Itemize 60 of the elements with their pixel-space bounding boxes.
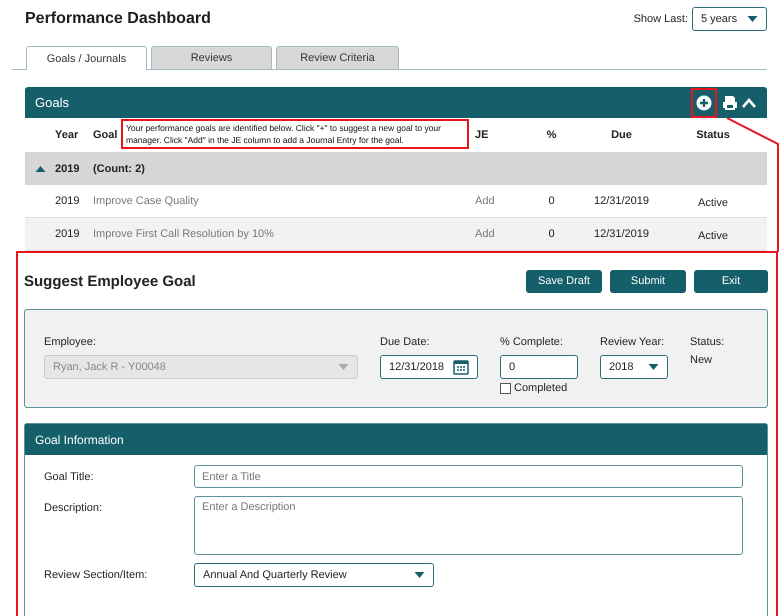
description-field[interactable]: Enter a Description	[194, 496, 743, 555]
caret-icon	[747, 16, 758, 22]
action-button[interactable]: Exit	[694, 270, 768, 292]
field-label: Description:	[44, 501, 104, 514]
show-last-select[interactable]: 5 years	[692, 7, 767, 31]
table-cell-text: 2019	[55, 195, 80, 207]
field-label: Employee:	[44, 336, 97, 348]
checkbox[interactable]	[500, 382, 511, 394]
caret-icon	[648, 364, 659, 370]
goal-link[interactable]: Improve Case Quality	[93, 195, 475, 207]
calendar-icon[interactable]	[453, 359, 469, 375]
section-select[interactable]: Annual And Quarterly Review	[194, 563, 434, 587]
table-cell-text: 2019	[55, 228, 80, 240]
column-header: JE	[475, 129, 488, 141]
tab[interactable]: Goals / Journals	[26, 46, 147, 70]
page-title: Performance Dashboard	[25, 10, 211, 28]
table-cell-text: 0	[547, 195, 556, 207]
column-header: %	[546, 129, 556, 141]
field-label: Status:	[690, 336, 724, 348]
table-cell-text: 0	[547, 228, 556, 240]
table-cell-text: 12/31/2019	[592, 228, 650, 240]
table-cell-text: Active	[697, 230, 729, 242]
review-year-select[interactable]: 2018	[600, 355, 668, 379]
panel-title: Goals	[35, 95, 69, 110]
add-icon	[696, 94, 712, 110]
section-title: Suggest Employee Goal	[24, 272, 196, 290]
add-link[interactable]: Add	[475, 228, 519, 240]
tab[interactable]: Reviews	[151, 46, 272, 69]
field-label: Review Section/Item:	[44, 568, 148, 581]
action-button[interactable]: Submit	[610, 270, 686, 292]
caret-icon	[414, 572, 425, 578]
tab[interactable]: Review Criteria	[276, 46, 399, 69]
panel-title: Goal Information	[35, 432, 124, 446]
table-cell-text: Active	[697, 196, 729, 208]
field-label: Due Date:	[380, 336, 431, 348]
checkbox-label: Completed	[514, 382, 568, 394]
add-link[interactable]: Add	[475, 195, 519, 207]
print-icon[interactable]	[722, 94, 738, 110]
group-year: 2019	[55, 162, 80, 174]
percent-field[interactable]: 0	[500, 355, 578, 379]
field-label: % Complete:	[500, 336, 564, 348]
group-count: (Count: 2)	[93, 162, 146, 174]
action-button[interactable]: Save Draft	[526, 270, 602, 292]
status-value: New	[690, 354, 714, 366]
tooltip: Your performance goals are identified below. Click "+" to suggest a new goal to your manager. Click "Add" in the JE column to add a Journal Entry for the goal.	[121, 119, 469, 149]
collapse-icon[interactable]	[741, 96, 757, 108]
goal-link[interactable]: Improve First Call Resolution by 10%	[93, 228, 475, 240]
column-header: Status	[696, 129, 730, 141]
column-header: Due	[611, 129, 632, 141]
caret-icon	[338, 364, 349, 370]
title-field[interactable]: Enter a Title	[194, 465, 743, 488]
show-last-label: Show Last:	[634, 13, 688, 25]
table-cell-text: 12/31/2019	[592, 195, 650, 207]
field-label: Goal Title:	[44, 470, 95, 483]
column-header: Goal	[93, 129, 118, 141]
column-header: Year	[55, 129, 78, 141]
date-field[interactable]: 12/31/2018	[380, 355, 478, 379]
add-button[interactable]	[691, 88, 717, 118]
group-row[interactable]: 2019 (Count: 2)	[25, 152, 767, 185]
field-label: Review Year:	[600, 336, 666, 348]
